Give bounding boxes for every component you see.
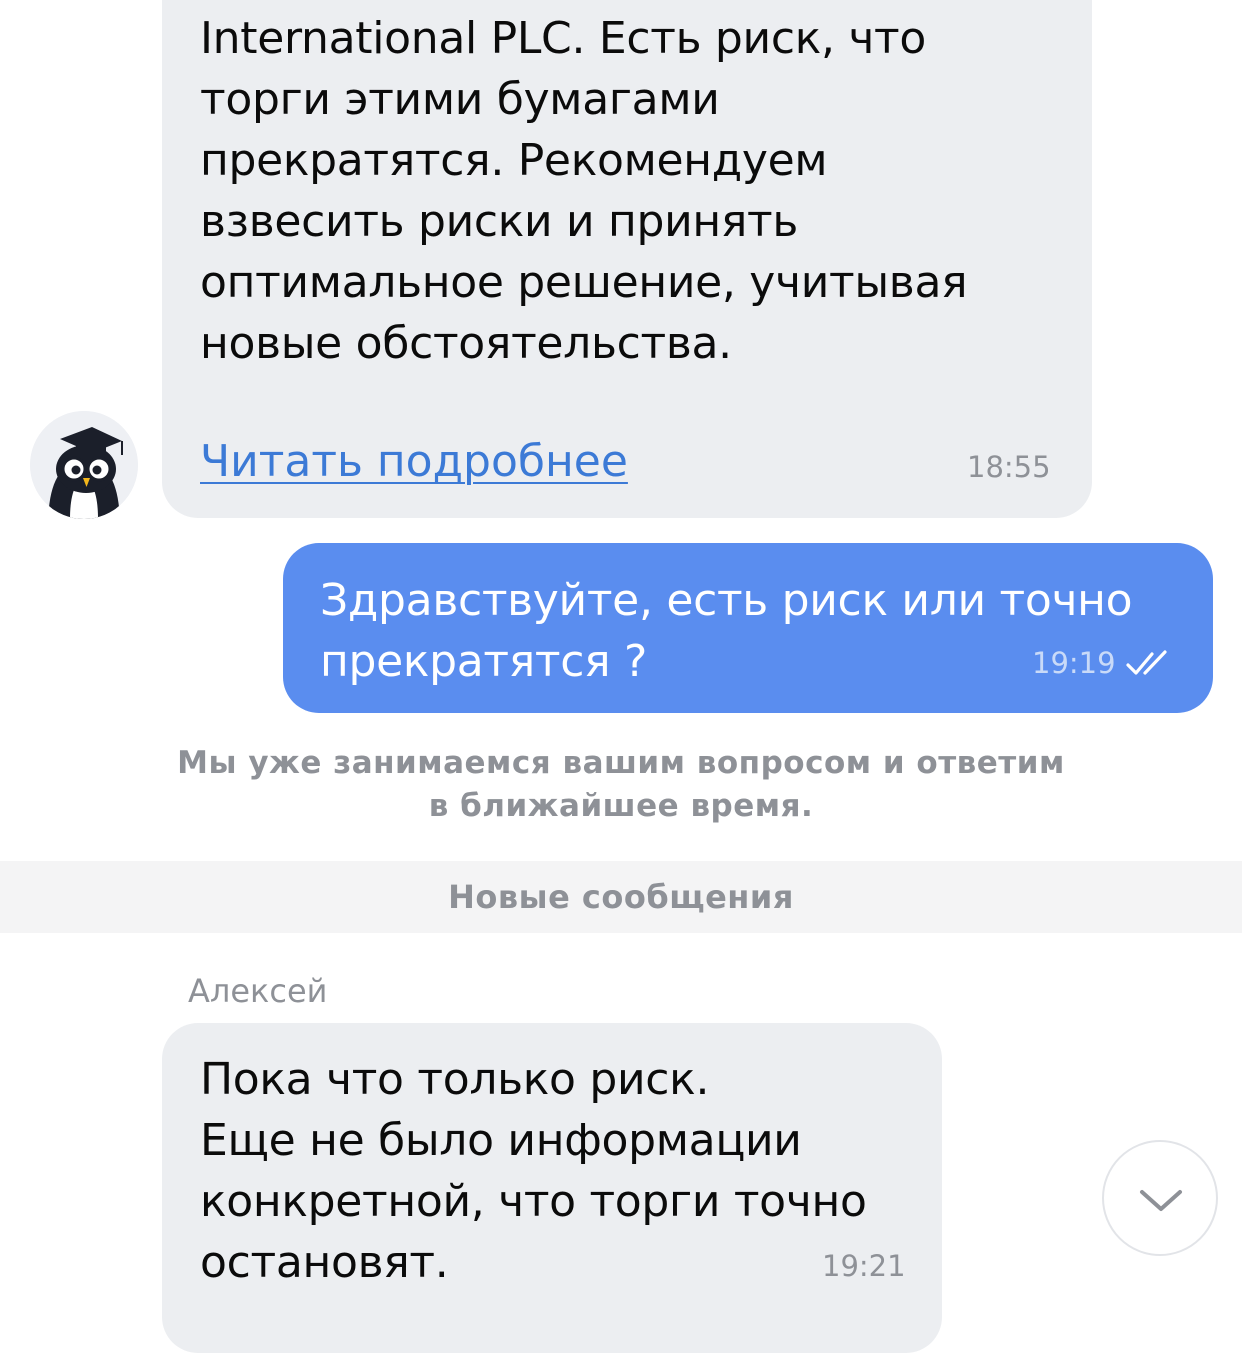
outgoing-message-text: Здравствуйте, есть риск или точно прекра… — [320, 570, 1133, 692]
message-text: International PLC. Есть риск, что торги … — [200, 8, 968, 374]
system-note-line: в ближайшее время. — [428, 788, 814, 824]
message-time: 18:55 — [967, 450, 1051, 484]
message-line: Пока что только риск. — [200, 1054, 710, 1105]
chevron-down-icon — [1140, 1190, 1182, 1211]
read-more-link[interactable]: Читать подробнее — [200, 436, 628, 487]
message-line: конкретной, что торги точно — [200, 1176, 867, 1227]
system-note: Мы уже занимаемся вашим вопросом и ответ… — [0, 742, 1242, 828]
owl-avatar-icon[interactable] — [30, 411, 138, 519]
message-line: International PLC. Есть риск, что — [200, 13, 927, 64]
message-line: остановят. — [200, 1237, 449, 1288]
message-line: прекратятся. Рекомендуем — [200, 135, 828, 186]
message-line: Еще не было информации — [200, 1115, 802, 1166]
system-note-line: Мы уже занимаемся вашим вопросом и ответ… — [177, 745, 1065, 781]
message-line: оптимальное решение, учитывая — [200, 257, 968, 308]
double-check-icon — [1126, 650, 1167, 675]
new-messages-label: Новые сообщения — [448, 878, 794, 916]
message-text: Пока что только риск. Еще не было информ… — [200, 1049, 867, 1293]
message-line: Здравствуйте, есть риск или точно — [320, 575, 1133, 626]
message-line: новые обстоятельства. — [200, 318, 732, 369]
message-line: прекратятся ? — [320, 636, 648, 687]
message-line: взвесить риски и принять — [200, 196, 799, 247]
outgoing-message-time: 19:19 — [1032, 646, 1116, 680]
message-time: 19:21 — [822, 1249, 906, 1283]
scroll-down-button[interactable] — [1102, 1140, 1218, 1256]
sender-name: Алексей — [188, 972, 328, 1010]
message-line: торги этими бумагами — [200, 74, 720, 125]
